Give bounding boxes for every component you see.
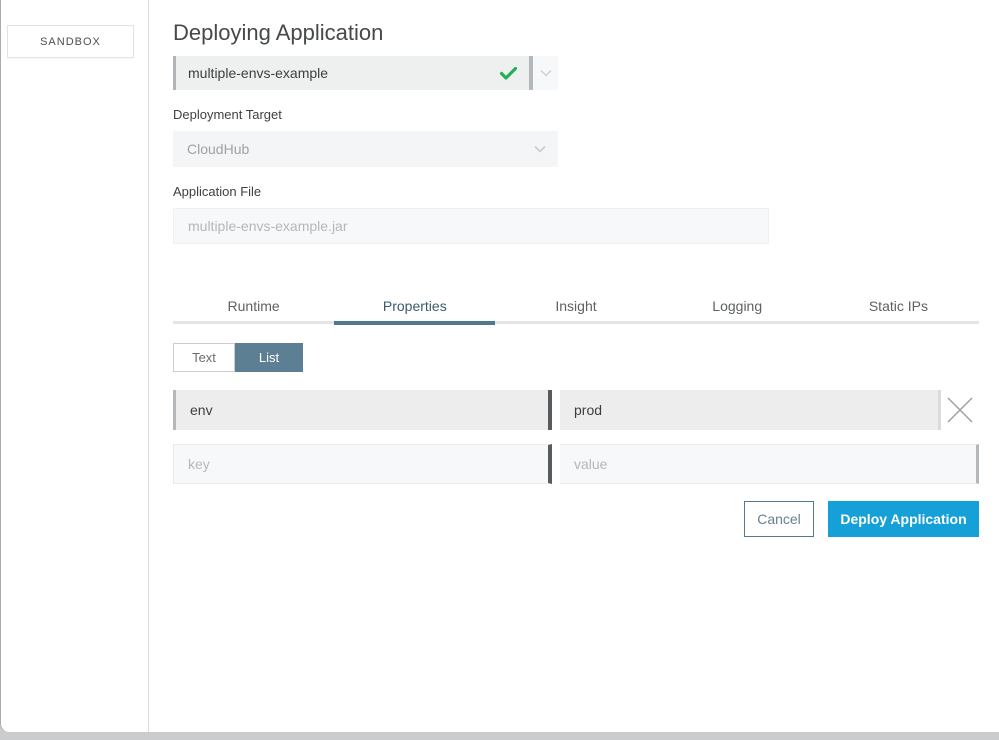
property-key-value: env: [190, 402, 213, 418]
cancel-button[interactable]: Cancel: [744, 501, 814, 537]
delete-property-button[interactable]: [941, 390, 979, 430]
new-property-key-placeholder: key: [188, 456, 210, 472]
page-title: Deploying Application: [173, 20, 979, 46]
new-property-row: key value: [173, 444, 979, 484]
tab-runtime[interactable]: Runtime: [173, 288, 334, 324]
deploy-application-modal: SANDBOX Deploying Application multiple-e…: [0, 0, 999, 732]
new-property-value-placeholder: value: [574, 456, 607, 472]
application-name-input[interactable]: multiple-envs-example: [173, 56, 529, 90]
deployment-target-value: CloudHub: [187, 141, 534, 157]
footer-actions: Cancel Deploy Application: [173, 501, 979, 537]
new-property-value-input[interactable]: value: [560, 444, 979, 484]
application-file-placeholder: multiple-envs-example.jar: [188, 218, 348, 234]
tab-static-ips[interactable]: Static IPs: [818, 288, 979, 324]
property-value-input[interactable]: prod: [560, 390, 941, 430]
close-icon: [946, 396, 974, 424]
tab-logging[interactable]: Logging: [657, 288, 818, 324]
deployment-target-select[interactable]: CloudHub: [173, 131, 558, 167]
new-property-key-input[interactable]: key: [173, 444, 552, 484]
deploy-application-button[interactable]: Deploy Application: [828, 501, 979, 537]
tab-insight[interactable]: Insight: [495, 288, 656, 324]
application-name-value: multiple-envs-example: [188, 65, 500, 81]
text-view-button[interactable]: Text: [173, 343, 235, 372]
tab-properties[interactable]: Properties: [334, 288, 495, 324]
check-icon: [500, 67, 517, 80]
chevron-down-icon: [540, 69, 552, 77]
application-file-label: Application File: [173, 184, 979, 199]
tab-underline-track: [173, 321, 979, 324]
property-row: env prod: [173, 390, 979, 430]
property-value-value: prod: [574, 402, 602, 418]
tab-bar: Runtime Properties Insight Logging Stati…: [173, 288, 979, 324]
environment-selector-button[interactable]: SANDBOX: [7, 25, 134, 58]
application-name-dropdown-button[interactable]: [533, 56, 558, 90]
properties-view-toggle: Text List: [173, 343, 979, 372]
deployment-target-label: Deployment Target: [173, 107, 979, 122]
property-key-input[interactable]: env: [173, 390, 552, 430]
application-file-input[interactable]: multiple-envs-example.jar: [173, 208, 769, 244]
main-panel: Deploying Application multiple-envs-exam…: [149, 0, 999, 732]
application-name-row: multiple-envs-example: [173, 56, 558, 90]
sidebar: SANDBOX: [1, 0, 149, 732]
chevron-down-icon: [534, 145, 546, 153]
list-view-button[interactable]: List: [235, 343, 303, 372]
